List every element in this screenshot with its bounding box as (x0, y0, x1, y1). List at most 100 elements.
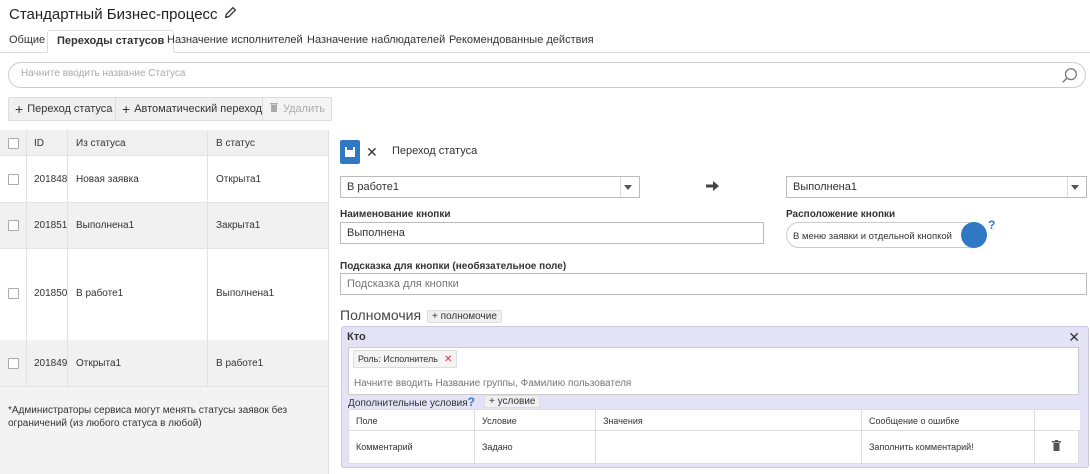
row-id: 201848 (34, 174, 68, 185)
add-condition-label: условие (497, 396, 536, 407)
help-icon[interactable]: ? (468, 395, 475, 409)
col-to: В статус (216, 138, 255, 149)
col-error: Сообщение о ошибке (869, 416, 960, 426)
row-to: Выполнена1 (216, 288, 275, 299)
trash-icon (269, 102, 279, 116)
button-position-value: В меню заявки и отдельной кнопкой (793, 231, 952, 242)
remove-chip-icon[interactable]: ✕ (444, 354, 452, 365)
who-panel: Кто ✕ Роль: Исполнитель ✕ Дополнительные … (341, 326, 1089, 468)
tab-bar: Общие Переходы статусов Назначение испол… (0, 30, 1090, 53)
select-divider (620, 177, 621, 197)
hint-label: Подсказка для кнопки (необязательное пол… (340, 261, 567, 272)
table-row[interactable]: 201848 Новая заявка Открыта1 (0, 156, 328, 203)
col-from: Из статуса (76, 138, 126, 149)
button-name-label: Наименование кнопки (340, 209, 451, 220)
row-from: Открыта1 (76, 358, 122, 369)
add-auto-transition-button[interactable]: + Автоматический переход (115, 97, 270, 121)
add-condition-button[interactable]: + условие (484, 395, 541, 408)
plus-icon: + (122, 101, 131, 117)
help-icon[interactable]: ? (988, 218, 995, 232)
row-from: Новая заявка (76, 174, 139, 185)
add-permission-label: полномочие (440, 311, 497, 322)
from-status-value: В работе1 (347, 181, 399, 193)
from-status-select[interactable]: В работе1 (340, 176, 640, 198)
row-id: 201851 (34, 220, 68, 231)
select-divider (1067, 177, 1068, 197)
tab-status-transitions[interactable]: Переходы статусов (47, 30, 175, 53)
save-button[interactable] (340, 140, 360, 164)
button-position-toggle[interactable]: В меню заявки и отдельной кнопкой (786, 222, 987, 248)
select-all-checkbox[interactable] (8, 138, 19, 149)
add-transition-button[interactable]: + Переход статуса (8, 97, 120, 121)
button-position-label: Расположение кнопки (786, 209, 896, 220)
row-to: В работе1 (216, 358, 264, 369)
cond-error: Заполнить комментарий! (869, 442, 974, 452)
admin-footnote: *Администраторы сервиса могут менять ста… (8, 405, 288, 429)
col-divider (26, 130, 27, 387)
button-name-input[interactable]: Выполнена (340, 222, 764, 244)
tab-observers[interactable]: Назначение наблюдателей (298, 30, 454, 53)
conditions-table: Поле Условие Значения Сообщение о ошибке… (348, 409, 1080, 464)
conditions-header (349, 410, 1080, 431)
plus-icon: + (489, 396, 498, 407)
extra-conditions-label: Дополнительные условия (348, 398, 468, 409)
search-icon[interactable] (1061, 67, 1079, 85)
col-divider (474, 410, 475, 463)
tab-assignees[interactable]: Назначение исполнителей (158, 30, 312, 53)
pencil-icon[interactable] (224, 6, 237, 23)
who-input-box[interactable]: Роль: Исполнитель ✕ (348, 347, 1079, 395)
auto-transition-label: Автоматический переход (134, 103, 263, 115)
to-status-value: Выполнена1 (793, 181, 857, 193)
role-chip: Роль: Исполнитель ✕ (353, 350, 458, 368)
who-title: Кто (347, 331, 366, 343)
row-from: Выполнена1 (76, 220, 135, 231)
trash-icon[interactable] (1052, 440, 1061, 454)
row-checkbox[interactable] (8, 220, 19, 231)
plus-icon: + (15, 101, 24, 117)
col-field: Поле (356, 416, 378, 426)
close-icon[interactable]: ✕ (366, 144, 378, 161)
cond-field: Комментарий (356, 442, 413, 452)
row-from: В работе1 (76, 288, 124, 299)
delete-button[interactable]: Удалить (262, 97, 332, 121)
col-divider (1034, 410, 1035, 463)
page-title-text: Стандартный Бизнес-процесс (9, 6, 218, 23)
table-row[interactable]: 201851 Выполнена1 Закрыта1 (0, 203, 328, 249)
table-row[interactable]: 201849 Открыта1 В работе1 (0, 340, 328, 387)
col-values: Значения (603, 416, 643, 426)
search-input[interactable] (21, 68, 1021, 79)
hint-input[interactable] (340, 273, 1087, 295)
to-status-select[interactable]: Выполнена1 (786, 176, 1087, 198)
col-divider (207, 130, 208, 387)
row-checkbox[interactable] (8, 358, 19, 369)
col-divider (595, 410, 596, 463)
role-chip-label: Роль: Исполнитель (358, 354, 438, 364)
chevron-down-icon (624, 185, 632, 190)
toggle-knob[interactable] (961, 222, 987, 248)
table-row[interactable]: 201850 В работе1 Выполнена1 (0, 249, 328, 349)
table-header: ID Из статуса В статус (0, 130, 328, 156)
delete-label: Удалить (283, 103, 325, 115)
row-checkbox[interactable] (8, 288, 19, 299)
editor-header: Переход статуса (392, 145, 478, 157)
cond-condition: Задано (482, 442, 513, 452)
row-id: 201849 (34, 358, 68, 369)
floppy-icon (345, 147, 355, 157)
arrow-right-icon (706, 180, 720, 192)
row-to: Открыта1 (216, 174, 262, 185)
extra-conditions: Дополнительные условия? (348, 395, 475, 409)
col-divider (67, 130, 68, 387)
tab-recommended-actions[interactable]: Рекомендованные действия (440, 30, 603, 53)
row-id: 201850 (34, 288, 68, 299)
close-icon[interactable]: ✕ (1068, 329, 1080, 346)
add-permission-button[interactable]: + полномочие (427, 310, 502, 323)
row-to: Закрыта1 (216, 220, 261, 231)
who-search-input[interactable] (354, 378, 1054, 389)
col-divider (861, 410, 862, 463)
col-condition: Условие (482, 416, 517, 426)
page-title: Стандартный Бизнес-процесс (9, 6, 237, 23)
row-checkbox[interactable] (8, 174, 19, 185)
chevron-down-icon (1071, 185, 1079, 190)
permissions-title: Полномочия (340, 307, 422, 323)
plus-icon: + (432, 311, 441, 322)
